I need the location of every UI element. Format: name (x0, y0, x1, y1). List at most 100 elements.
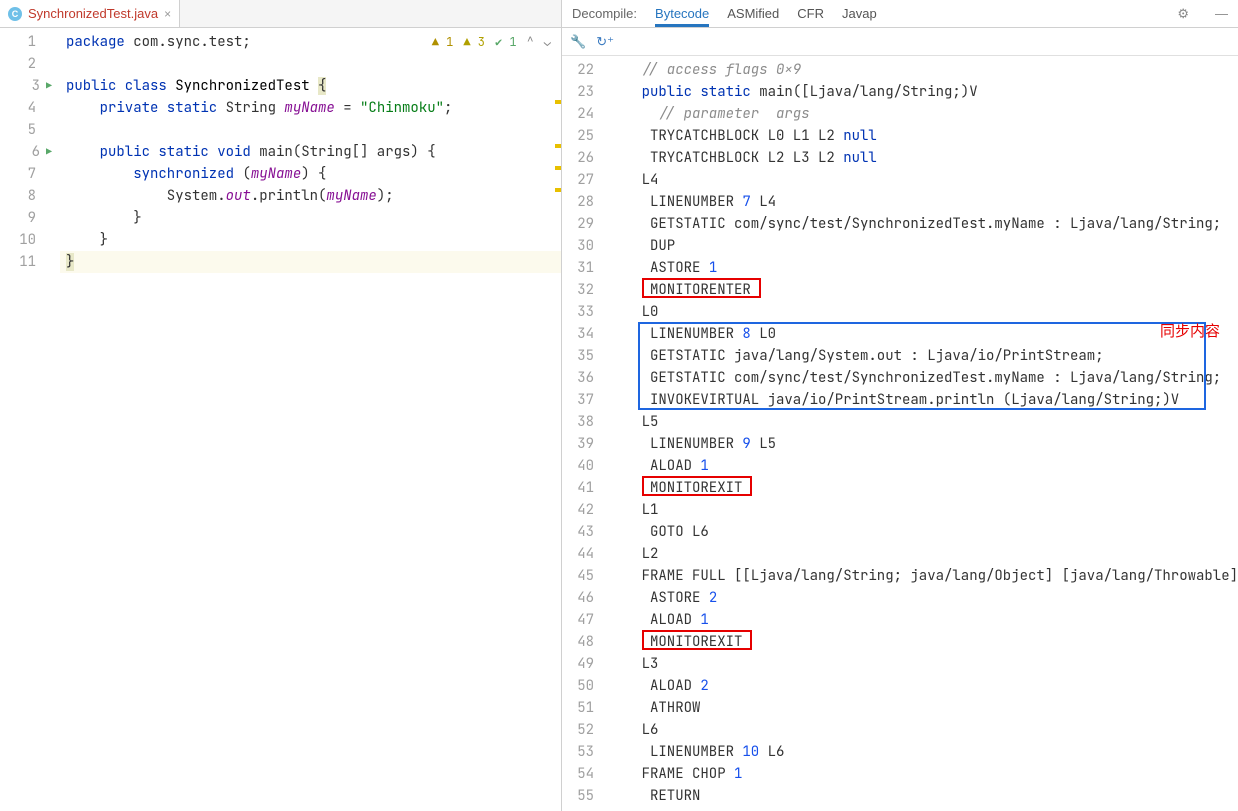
bytecode-line-number: 22 (562, 59, 602, 81)
bytecode-line[interactable]: L5 (602, 411, 1238, 433)
bytecode-line-number: 54 (562, 763, 602, 785)
bytecode-line[interactable]: TRYCATCHBLOCK L0 L1 L2 null (602, 125, 1238, 147)
bytecode-line[interactable]: ASTORE 1 (602, 257, 1238, 279)
bytecode-line[interactable]: L6 (602, 719, 1238, 741)
bytecode-line[interactable]: L3 (602, 653, 1238, 675)
class-icon: C (8, 7, 22, 21)
wrench-icon[interactable]: 🔧 (570, 34, 586, 50)
bytecode-line-number: 35 (562, 345, 602, 367)
decompile-tab-javap[interactable]: Javap (842, 6, 877, 21)
chevron-up-icon[interactable]: ^ (527, 31, 534, 53)
bytecode-line-number: 41 (562, 477, 602, 499)
bytecode-line[interactable]: FRAME FULL [[Ljava/lang/String; java/lan… (602, 565, 1238, 587)
bytecode-line-number: 39 (562, 433, 602, 455)
source-editor[interactable]: 123▶456▶7891011 ▲ 1 ▲ 3 ✔ 1 ^ ⌄ package … (0, 28, 561, 811)
editor-tab[interactable]: C SynchronizedTest.java × (0, 0, 180, 27)
line-gutter: 123▶456▶7891011 (0, 28, 60, 811)
bytecode-line[interactable]: // access flags 0x9 (602, 59, 1238, 81)
bytecode-line[interactable]: L1 (602, 499, 1238, 521)
bytecode-line[interactable]: L2 (602, 543, 1238, 565)
bytecode-line[interactable]: ALOAD 2 (602, 675, 1238, 697)
source-line[interactable]: private static String myName = "Chinmoku… (60, 97, 561, 119)
refresh-icon[interactable]: ↻⁺ (596, 34, 614, 50)
source-line[interactable]: public static void main(String[] args) { (60, 141, 561, 163)
bytecode-line-number: 23 (562, 81, 602, 103)
bytecode-line[interactable]: DUP (602, 235, 1238, 257)
source-line[interactable]: } (60, 229, 561, 251)
bytecode-line-number: 42 (562, 499, 602, 521)
weak-warning-icon: ▲ 3 (463, 31, 485, 53)
source-line[interactable] (60, 53, 561, 75)
bytecode-line-number: 27 (562, 169, 602, 191)
close-icon[interactable]: × (164, 7, 171, 21)
highlight-redbox (642, 278, 761, 298)
bytecode-line-number: 49 (562, 653, 602, 675)
source-line[interactable]: System.out.println(myName); (60, 185, 561, 207)
bytecode-line-number: 40 (562, 455, 602, 477)
line-number: 8 (0, 185, 60, 207)
bytecode-line[interactable]: LINENUMBER 7 L4 (602, 191, 1238, 213)
bytecode-line-number: 48 (562, 631, 602, 653)
bytecode-line[interactable]: public static main([Ljava/lang/String;)V (602, 81, 1238, 103)
bytecode-line-number: 45 (562, 565, 602, 587)
bytecode-line[interactable]: ATHROW (602, 697, 1238, 719)
bytecode-code[interactable]: // access flags 0x9 public static main([… (602, 56, 1238, 811)
chevron-down-icon[interactable]: ⌄ (544, 31, 551, 53)
source-line[interactable]: synchronized (myName) { (60, 163, 561, 185)
bytecode-line-number: 52 (562, 719, 602, 741)
gear-icon[interactable]: ⚙ (1177, 6, 1189, 22)
run-icon[interactable]: ▶ (46, 75, 52, 97)
inspection-widget[interactable]: ▲ 1 ▲ 3 ✔ 1 ^ ⌄ (432, 31, 551, 53)
line-number: 3▶ (0, 75, 60, 97)
decompile-tab-cfr[interactable]: CFR (797, 6, 824, 21)
decompile-tab-bytecode[interactable]: Bytecode (655, 6, 709, 27)
bytecode-line[interactable]: LINENUMBER 10 L6 (602, 741, 1238, 763)
source-line[interactable]: } (60, 207, 561, 229)
decompile-toolbar: 🔧 ↻⁺ (562, 28, 1238, 56)
decompile-tab-asmified[interactable]: ASMified (727, 6, 779, 21)
bytecode-line[interactable]: ALOAD 1 (602, 609, 1238, 631)
decompiler-pane: Decompile: BytecodeASMifiedCFRJavap ⚙ — … (562, 0, 1238, 811)
bytecode-line-number: 28 (562, 191, 602, 213)
source-line[interactable]: public class SynchronizedTest { (60, 75, 561, 97)
bytecode-line[interactable]: ASTORE 2 (602, 587, 1238, 609)
line-number: 4 (0, 97, 60, 119)
decompile-header: Decompile: Bytecode ASMified CFR Javap ⚙ — (562, 0, 1238, 28)
bytecode-line[interactable]: ALOAD 1 (602, 455, 1238, 477)
bytecode-line-number: 24 (562, 103, 602, 125)
bytecode-line-number: 37 (562, 389, 602, 411)
warning-icon: ▲ 1 (432, 31, 454, 53)
bytecode-line[interactable]: TRYCATCHBLOCK L2 L3 L2 null (602, 147, 1238, 169)
line-number: 1 (0, 31, 60, 53)
bytecode-line[interactable]: RETURN (602, 785, 1238, 807)
decompile-label: Decompile: (572, 6, 637, 21)
bytecode-line[interactable]: LINENUMBER 9 L5 (602, 433, 1238, 455)
bytecode-line-number: 34 (562, 323, 602, 345)
bytecode-line[interactable]: GETSTATIC com/sync/test/SynchronizedTest… (602, 213, 1238, 235)
minimize-icon[interactable]: — (1215, 6, 1228, 21)
bytecode-view[interactable]: 2223242526272829303132333435363738394041… (562, 56, 1238, 811)
source-line[interactable] (60, 119, 561, 141)
bytecode-line-number: 43 (562, 521, 602, 543)
bytecode-line-number: 47 (562, 609, 602, 631)
source-editor-pane: C SynchronizedTest.java × 123▶456▶789101… (0, 0, 562, 811)
bytecode-line[interactable]: GOTO L6 (602, 521, 1238, 543)
ok-icon: ✔ 1 (495, 31, 517, 53)
line-number: 7 (0, 163, 60, 185)
bytecode-line-number: 55 (562, 785, 602, 807)
bytecode-line-number: 50 (562, 675, 602, 697)
bytecode-line-number: 30 (562, 235, 602, 257)
code-area[interactable]: ▲ 1 ▲ 3 ✔ 1 ^ ⌄ package com.sync.test;pu… (60, 28, 561, 811)
bytecode-line[interactable]: L4 (602, 169, 1238, 191)
bytecode-line[interactable]: FRAME CHOP 1 (602, 763, 1238, 785)
bytecode-line[interactable]: // parameter args (602, 103, 1238, 125)
line-number: 2 (0, 53, 60, 75)
line-number: 9 (0, 207, 60, 229)
highlight-redbox (642, 476, 752, 496)
line-number: 10 (0, 229, 60, 251)
bytecode-line-number: 46 (562, 587, 602, 609)
bytecode-gutter: 2223242526272829303132333435363738394041… (562, 56, 602, 811)
source-line[interactable]: } (60, 251, 561, 273)
run-icon[interactable]: ▶ (46, 141, 52, 163)
bytecode-line[interactable]: L0 (602, 301, 1238, 323)
